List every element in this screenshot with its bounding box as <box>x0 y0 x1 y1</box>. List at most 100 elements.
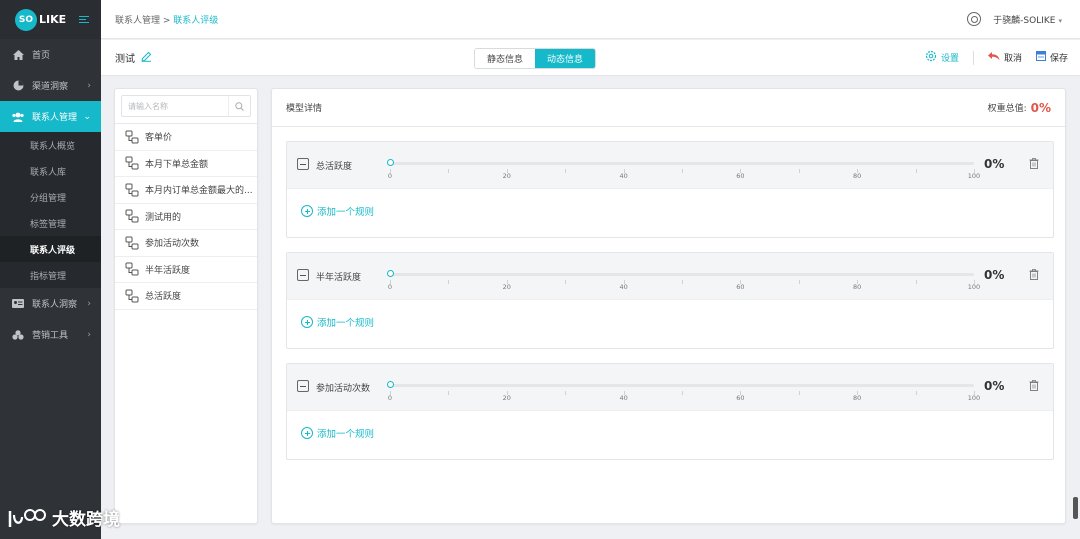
list-item[interactable]: 参加活动次数 <box>115 230 257 257</box>
indicator-icon <box>125 130 139 144</box>
plus-circle-icon <box>301 316 313 328</box>
menu-toggle-icon[interactable] <box>79 14 89 25</box>
cancel-button[interactable]: 取消 <box>987 51 1022 64</box>
list-item-label: 半年活跃度 <box>145 265 191 276</box>
settings-button[interactable]: 设置 <box>925 50 959 65</box>
plus-circle-icon <box>301 427 313 439</box>
slider-track[interactable] <box>390 384 974 387</box>
slider-tick <box>565 169 567 173</box>
slider-tick <box>448 391 450 395</box>
sidebar-subitem-group-management[interactable]: 分组管理 <box>0 184 101 210</box>
weight-percent: 0% <box>984 268 1005 282</box>
sidebar-item-marketing-tools[interactable]: 营销工具 › <box>0 319 101 350</box>
indicator-icon <box>125 289 139 303</box>
weight-total-value: 0% <box>1030 100 1051 115</box>
list-item-label: 参加活动次数 <box>145 239 200 250</box>
breadcrumb-parent[interactable]: 联系人管理 > <box>115 16 173 26</box>
weight-slider[interactable]: 0 20 40 60 80 100 <box>386 158 980 182</box>
page-scrollbar[interactable] <box>1073 497 1078 519</box>
slider-tick-label: 80 <box>853 172 862 180</box>
slider-track[interactable] <box>390 273 974 276</box>
sidebar-item-contact-management[interactable]: 联系人管理 ⌄ <box>0 101 101 132</box>
collapse-icon[interactable] <box>297 380 309 392</box>
search-icon[interactable] <box>228 96 250 116</box>
add-rule-button[interactable]: 添加一个规则 <box>301 426 374 440</box>
indicator-icon <box>125 183 139 197</box>
tab-dynamic-info[interactable]: 动态信息 <box>535 49 596 68</box>
sidebar-subitem-contact-overview[interactable]: 联系人概览 <box>0 132 101 158</box>
caret-down-icon: ▾ <box>1058 16 1062 25</box>
trash-icon[interactable] <box>1029 269 1039 280</box>
list-item[interactable]: 本月内订单总金额最大的... <box>115 177 257 204</box>
indicator-icon <box>125 209 139 223</box>
sidebar-subitem-indicator-management[interactable]: 指标管理 <box>0 262 101 288</box>
slider-tick-label: 100 <box>967 172 981 180</box>
toolbar: 测试 静态信息 动态信息 设置 取消 保存 <box>101 40 1080 76</box>
plus-circle-icon <box>301 205 313 217</box>
tab-static-info[interactable]: 静态信息 <box>475 49 536 68</box>
list-item[interactable]: 测试用的 <box>115 204 257 230</box>
list-item-label: 总活跃度 <box>145 292 182 303</box>
divider <box>972 50 974 65</box>
id-card-icon <box>12 299 24 309</box>
undo-icon <box>987 51 1000 64</box>
cancel-label: 取消 <box>1003 54 1022 64</box>
list-item-label: 本月下单总金额 <box>145 159 209 170</box>
search-input[interactable] <box>122 101 228 111</box>
top-bar: 联系人管理 > 联系人评级 于骁麟-SOLIKE ▾ <box>101 0 1080 39</box>
rule-block: 半年活跃度 0 20 40 60 80 100 0% 添加一个规则 <box>286 252 1054 349</box>
add-rule-button[interactable]: 添加一个规则 <box>301 204 374 218</box>
list-item[interactable]: 本月下单总金额 <box>115 151 257 177</box>
rule-block-name: 总活跃度 <box>316 162 353 172</box>
slider-tick-label: 100 <box>967 283 981 291</box>
slider-track[interactable] <box>390 162 974 165</box>
rule-block-name: 半年活跃度 <box>316 273 362 283</box>
sidebar: SO LIKE 首页 渠道洞察 › 联系人管理 ⌄ 联系人概览 联系人库 分组管… <box>0 0 101 539</box>
save-button[interactable]: 保存 <box>1035 51 1068 64</box>
slider-tick-label: 60 <box>736 283 745 291</box>
chevron-right-icon: › <box>87 329 91 340</box>
watermark: 大数跨境 <box>8 505 120 530</box>
sidebar-item-contact-insight[interactable]: 联系人洞察 › <box>0 288 101 319</box>
sidebar-subitem-contact-library[interactable]: 联系人库 <box>0 158 101 184</box>
sidebar-subitem-tag-management[interactable]: 标签管理 <box>0 210 101 236</box>
slider-tick <box>798 391 800 395</box>
list-item[interactable]: 半年活跃度 <box>115 257 257 283</box>
collapse-icon[interactable] <box>297 269 309 281</box>
weight-slider[interactable]: 0 20 40 60 80 100 <box>386 269 980 293</box>
indicator-icon <box>125 156 139 170</box>
sidebar-subitem-contact-rating[interactable]: 联系人评级 <box>0 236 101 262</box>
sidebar-item-label: 首页 <box>32 51 51 61</box>
slider-tick-label: 80 <box>853 283 862 291</box>
slider-handle[interactable] <box>386 159 394 166</box>
rule-block-header: 参加活动次数 0 20 40 60 80 100 0% <box>287 364 1053 411</box>
sidebar-item-channel-insight[interactable]: 渠道洞察 › <box>0 70 101 101</box>
list-item-label: 本月内订单总金额最大的... <box>145 186 253 197</box>
list-item[interactable]: 客单价 <box>115 124 257 151</box>
slider-tick <box>448 169 450 173</box>
slider-tick-label: 60 <box>736 394 745 402</box>
weight-total: 权重总值: 0% <box>988 101 1051 115</box>
slider-tick <box>565 280 567 284</box>
user-menu[interactable]: 于骁麟-SOLIKE ▾ <box>993 13 1062 26</box>
slider-handle[interactable] <box>386 381 394 388</box>
rule-block-header: 总活跃度 0 20 40 60 80 100 0% <box>287 142 1053 189</box>
chevron-right-icon: › <box>87 298 91 309</box>
sidebar-item-home[interactable]: 首页 <box>0 39 101 70</box>
trash-icon[interactable] <box>1029 158 1039 169</box>
logo[interactable]: SO LIKE <box>15 8 66 31</box>
model-detail-panel: 模型详情 权重总值: 0% 总活跃度 0 20 40 60 80 100 0% 添加一个规… <box>271 88 1066 524</box>
indicator-list-panel: 客单价 本月下单总金额 本月内订单总金额最大的... 测试用的 参加活动次数 半… <box>114 88 258 524</box>
slider-tick-label: 20 <box>502 172 511 180</box>
list-item[interactable]: 总活跃度 <box>115 283 257 310</box>
trash-icon[interactable] <box>1029 380 1039 391</box>
edit-icon[interactable] <box>141 51 152 65</box>
save-label: 保存 <box>1049 54 1068 64</box>
slider-tick-label: 80 <box>853 394 862 402</box>
rule-block-name: 参加活动次数 <box>316 384 371 394</box>
gear-icon[interactable] <box>967 12 982 26</box>
slider-handle[interactable] <box>386 270 394 277</box>
weight-slider[interactable]: 0 20 40 60 80 100 <box>386 380 980 404</box>
collapse-icon[interactable] <box>297 158 309 170</box>
add-rule-button[interactable]: 添加一个规则 <box>301 315 374 329</box>
